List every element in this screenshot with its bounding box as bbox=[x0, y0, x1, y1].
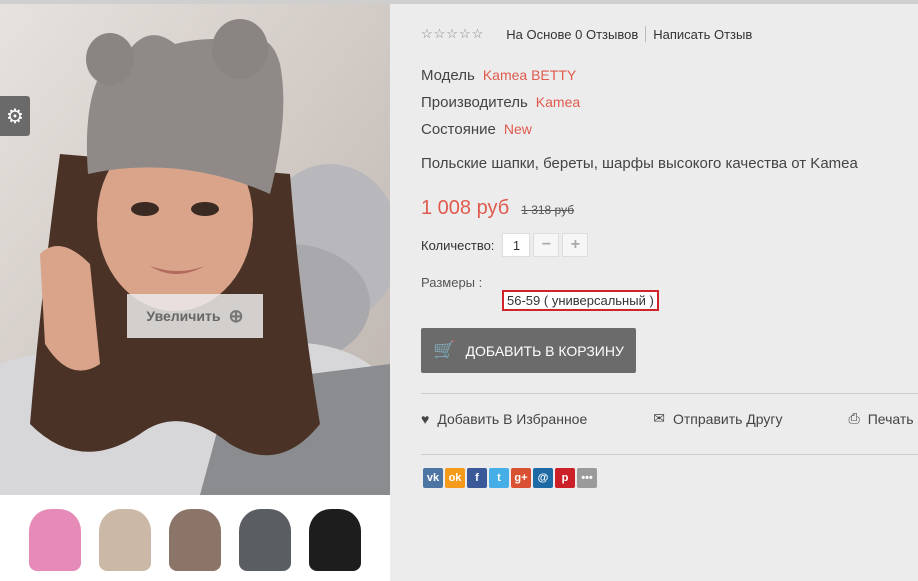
product-photo bbox=[0, 4, 390, 495]
star-rating-icon[interactable]: ☆☆☆☆☆ bbox=[421, 26, 484, 42]
product-description: Польские шапки, береты, шарфы высокого к… bbox=[421, 155, 858, 172]
share-icons: vk ok f t g+ @ p ••• bbox=[423, 468, 597, 488]
divider-top bbox=[421, 393, 918, 394]
envelope-icon: ✉ bbox=[653, 410, 665, 426]
current-price: 1 008 руб bbox=[421, 197, 510, 219]
maker-label: Производитель bbox=[421, 94, 528, 111]
size-option-suffix: ) bbox=[645, 293, 654, 308]
size-option[interactable]: 56-59 ( универсальный ) bbox=[502, 290, 659, 311]
main-product-image[interactable] bbox=[0, 4, 390, 495]
product-meta: Модель Kamea BETTY Производитель Kamea Сос… bbox=[421, 62, 580, 143]
size-option-prefix: 56-59 ( bbox=[507, 293, 552, 308]
zoom-in-icon: ⊕ bbox=[228, 305, 244, 326]
odnoklassniki-share-icon[interactable]: ok bbox=[445, 468, 465, 488]
action-links: ♥ Добавить В Избранное ✉ Отправить Другу… bbox=[421, 410, 914, 427]
write-review-link[interactable]: Написать Отзыв bbox=[653, 27, 752, 42]
quantity-minus-button[interactable]: − bbox=[533, 233, 560, 257]
add-to-cart-label: ДОБАВИТЬ В КОРЗИНУ bbox=[465, 342, 624, 359]
twitter-share-icon[interactable]: t bbox=[489, 468, 509, 488]
thumbnail-strip bbox=[0, 499, 390, 581]
divider bbox=[645, 26, 647, 42]
quantity-label: Количество: bbox=[421, 237, 495, 253]
old-price: 1 318 руб bbox=[521, 203, 575, 217]
reviews-link[interactable]: На Основе 0 Отзывов bbox=[506, 27, 638, 42]
wishlist-link[interactable]: ♥ Добавить В Избранное bbox=[421, 410, 587, 427]
facebook-share-icon[interactable]: f bbox=[467, 468, 487, 488]
thumbnail-pink-hat[interactable] bbox=[29, 509, 81, 571]
rating-row: ☆☆☆☆☆ На Основе 0 Отзывов Написать Отзыв bbox=[421, 26, 752, 42]
google-plus-share-icon[interactable]: g+ bbox=[511, 468, 531, 488]
print-link[interactable]: ⎙ Печать bbox=[849, 410, 914, 427]
thumbnail-gray-hat[interactable] bbox=[239, 509, 291, 571]
state-value: New bbox=[503, 121, 532, 137]
maker-value[interactable]: Kamea bbox=[536, 94, 580, 110]
product-info: ☆☆☆☆☆ На Основе 0 Отзывов Написать Отзыв… bbox=[421, 0, 918, 581]
email-share-icon[interactable]: @ bbox=[533, 468, 553, 488]
thumbnail-brown-hat[interactable] bbox=[169, 509, 221, 571]
send-friend-label: Отправить Другу bbox=[673, 410, 783, 427]
more-share-icon[interactable]: ••• bbox=[577, 468, 597, 488]
zoom-label: Увеличить bbox=[146, 308, 221, 324]
model-value[interactable]: Kamea BETTY bbox=[483, 67, 576, 83]
quantity-plus-button[interactable]: + bbox=[562, 233, 589, 257]
price-row: 1 008 руб 1 318 руб bbox=[421, 197, 574, 220]
sizes-label: Размеры : bbox=[421, 275, 483, 290]
divider-bottom bbox=[421, 454, 918, 455]
vk-share-icon[interactable]: vk bbox=[423, 468, 443, 488]
model-label: Модель bbox=[421, 67, 475, 84]
pinterest-share-icon[interactable]: p bbox=[555, 468, 575, 488]
add-to-cart-button[interactable]: 🛒 ДОБАВИТЬ В КОРЗИНУ bbox=[421, 328, 636, 373]
cart-icon: 🛒 bbox=[433, 340, 456, 360]
product-gallery: ⚙ Увеличить ⊕ bbox=[0, 4, 390, 581]
settings-gear-icon[interactable]: ⚙ bbox=[0, 96, 30, 136]
thumbnail-beige-hat[interactable] bbox=[99, 509, 151, 571]
printer-icon: ⎙ bbox=[848, 410, 860, 426]
zoom-button[interactable]: Увеличить ⊕ bbox=[127, 294, 263, 338]
state-label: Состояние bbox=[421, 121, 496, 138]
thumbnail-black-hat[interactable] bbox=[309, 509, 361, 571]
quantity-input[interactable]: 1 bbox=[502, 233, 531, 257]
wishlist-label: Добавить В Избранное bbox=[437, 410, 588, 427]
heart-icon: ♥ bbox=[421, 410, 430, 427]
print-label: Печать bbox=[867, 410, 914, 427]
send-friend-link[interactable]: ✉ Отправить Другу bbox=[653, 410, 782, 427]
quantity-row: Количество: 1 − + bbox=[421, 233, 589, 257]
size-option-main: универсальный bbox=[551, 293, 646, 308]
